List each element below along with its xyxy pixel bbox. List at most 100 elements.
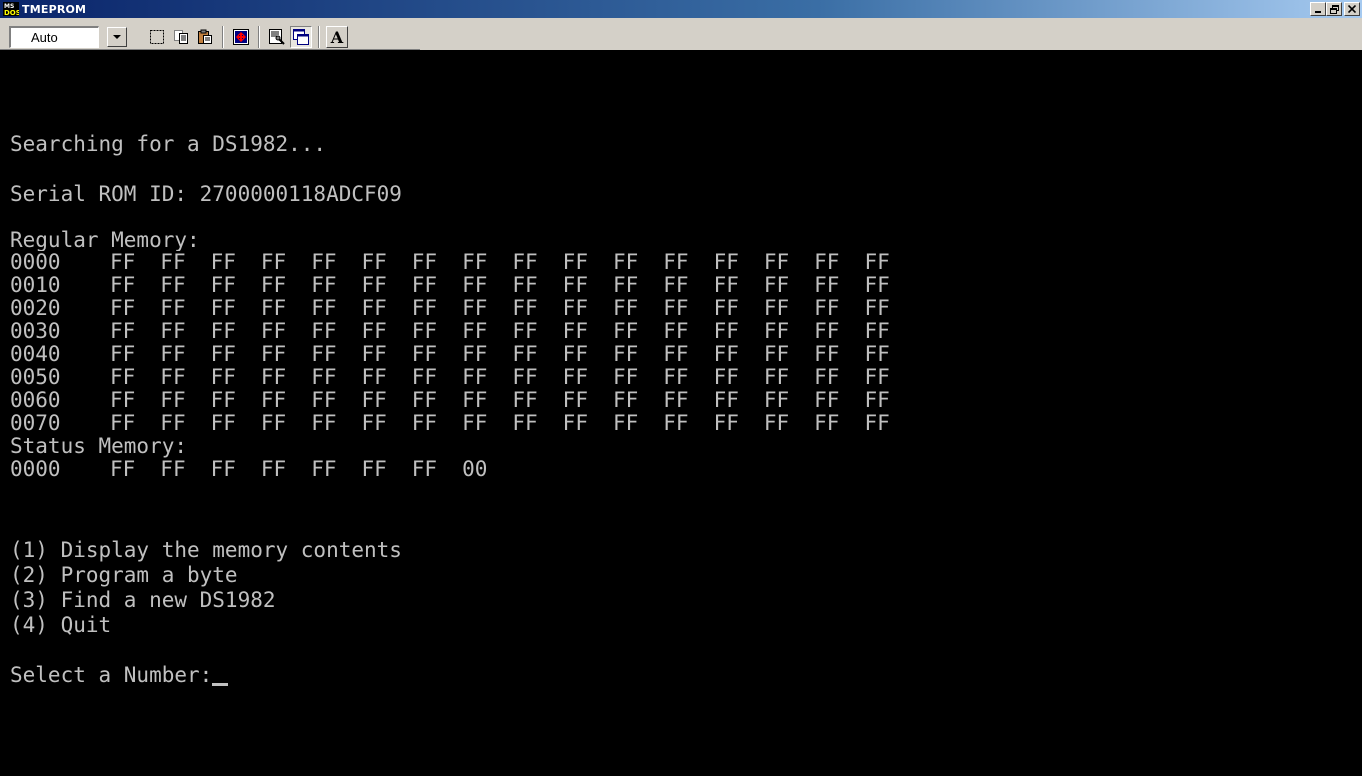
menu-option: (3) Find a new DS1982: [10, 588, 276, 612]
memory-byte: FF: [210, 388, 236, 412]
memory-byte: FF: [462, 411, 488, 435]
memory-byte: FF: [411, 388, 438, 412]
memory-byte: FF: [562, 319, 588, 343]
memory-byte: FF: [763, 296, 790, 320]
title-bar[interactable]: MS DOS TMEPROM: [0, 0, 1362, 18]
memory-byte: FF: [864, 296, 890, 320]
memory-byte: FF: [210, 273, 236, 297]
memory-byte: FF: [663, 388, 689, 412]
memory-row: 0000 FF FF FF FF FF FF FF FF FF FF FF FF FF FF FF FF: [10, 251, 1350, 274]
memory-byte: FF: [260, 457, 287, 481]
memory-byte: FF: [562, 342, 588, 366]
memory-byte: FF: [713, 365, 739, 389]
memory-byte: FF: [210, 411, 236, 435]
memory-byte: FF: [160, 342, 186, 366]
copy-icon: [174, 30, 188, 44]
console-window: MS DOS TMEPROM Auto A Searching for a DS…: [0, 0, 1362, 776]
memory-byte: FF: [361, 342, 387, 366]
memory-byte: FF: [260, 365, 287, 389]
memory-address: 0000: [10, 457, 61, 481]
font-button[interactable]: A: [326, 26, 348, 48]
memory-byte: FF: [361, 273, 387, 297]
toolbar: Auto A: [0, 18, 1362, 72]
close-button[interactable]: [1344, 2, 1360, 16]
memory-byte: FF: [512, 250, 538, 274]
memory-byte: FF: [814, 296, 840, 320]
memory-byte: FF: [311, 365, 337, 389]
memory-byte: FF: [864, 319, 890, 343]
prompt-line[interactable]: Select a Number:: [10, 663, 1350, 688]
memory-byte: FF: [763, 250, 790, 274]
minimize-icon: [1315, 11, 1321, 13]
regular-memory-dump: 0000 FF FF FF FF FF FF FF FF FF FF FF FF FF FF FF FF 0010…: [10, 251, 1350, 435]
font-size-select[interactable]: Auto: [9, 26, 133, 48]
memory-byte: FF: [814, 342, 840, 366]
memory-byte: FF: [160, 296, 186, 320]
paste-button[interactable]: [194, 26, 216, 48]
memory-row: 0020 FF FF FF FF FF FF FF FF FF FF FF FF FF FF FF FF: [10, 297, 1350, 320]
memory-byte: FF: [311, 250, 337, 274]
memory-byte: FF: [612, 411, 639, 435]
mark-button[interactable]: [146, 26, 168, 48]
regular-memory-label: Regular Memory:: [10, 229, 200, 251]
memory-byte: FF: [713, 411, 739, 435]
memory-byte: FF: [110, 411, 136, 435]
fullscreen-button[interactable]: [230, 26, 252, 48]
memory-byte: FF: [612, 250, 639, 274]
memory-byte: FF: [160, 457, 186, 481]
memory-byte: FF: [210, 342, 236, 366]
font-size-value[interactable]: Auto: [9, 26, 99, 48]
background-button[interactable]: [290, 26, 312, 48]
minimize-button[interactable]: [1310, 2, 1326, 16]
memory-byte: FF: [210, 319, 236, 343]
memory-byte: FF: [462, 342, 488, 366]
memory-byte: FF: [311, 319, 337, 343]
memory-byte: FF: [713, 342, 739, 366]
memory-row: 0030 FF FF FF FF FF FF FF FF FF FF FF FF FF FF FF FF: [10, 320, 1350, 343]
memory-byte: FF: [763, 388, 790, 412]
memory-byte: FF: [160, 250, 186, 274]
memory-byte: FF: [612, 273, 639, 297]
memory-byte: FF: [110, 457, 136, 481]
toolbar-separator: [222, 26, 224, 48]
menu-options: (1) Display the memory contents (2) Progr…: [10, 538, 1350, 638]
text-cursor: [212, 683, 229, 686]
window-title: TMEPROM: [22, 2, 87, 16]
memory-byte: FF: [110, 342, 136, 366]
properties-button[interactable]: [266, 26, 288, 48]
memory-byte: FF: [814, 250, 840, 274]
memory-byte: FF: [763, 365, 790, 389]
memory-row: 0070 FF FF FF FF FF FF FF FF FF FF FF FF FF FF FF FF: [10, 412, 1350, 435]
copy-button[interactable]: [170, 26, 192, 48]
memory-byte: FF: [763, 319, 790, 343]
memory-byte: FF: [160, 411, 186, 435]
memory-byte: FF: [562, 296, 588, 320]
dropdown-button[interactable]: [107, 27, 127, 47]
memory-byte: FF: [763, 342, 790, 366]
memory-byte: FF: [512, 296, 538, 320]
memory-byte: FF: [160, 388, 186, 412]
ms-dos-icon[interactable]: MS DOS: [2, 1, 20, 17]
memory-byte: FF: [864, 365, 890, 389]
memory-byte: FF: [160, 273, 186, 297]
memory-byte: FF: [713, 296, 739, 320]
console-output[interactable]: Searching for a DS1982... Serial ROM ID:…: [10, 94, 1350, 774]
memory-row: 0040 FF FF FF FF FF FF FF FF FF FF FF FF FF FF FF FF: [10, 343, 1350, 366]
searching-line: Searching for a DS1982...: [10, 132, 327, 156]
mark-icon: [150, 30, 164, 44]
memory-address: 0020: [10, 296, 61, 320]
memory-byte: FF: [612, 365, 639, 389]
memory-byte: FF: [110, 296, 136, 320]
memory-byte: FF: [411, 457, 438, 481]
memory-byte: FF: [411, 250, 438, 274]
memory-address: 0000: [10, 250, 61, 274]
restore-button[interactable]: [1326, 2, 1342, 16]
memory-row: 0000 FF FF FF FF FF FF FF 00: [10, 458, 1350, 481]
memory-byte: FF: [562, 250, 588, 274]
memory-byte: FF: [562, 411, 588, 435]
font-icon: A: [330, 27, 344, 47]
memory-byte: FF: [512, 388, 538, 412]
memory-byte: FF: [361, 319, 387, 343]
memory-byte: FF: [763, 411, 790, 435]
memory-byte: FF: [260, 388, 287, 412]
